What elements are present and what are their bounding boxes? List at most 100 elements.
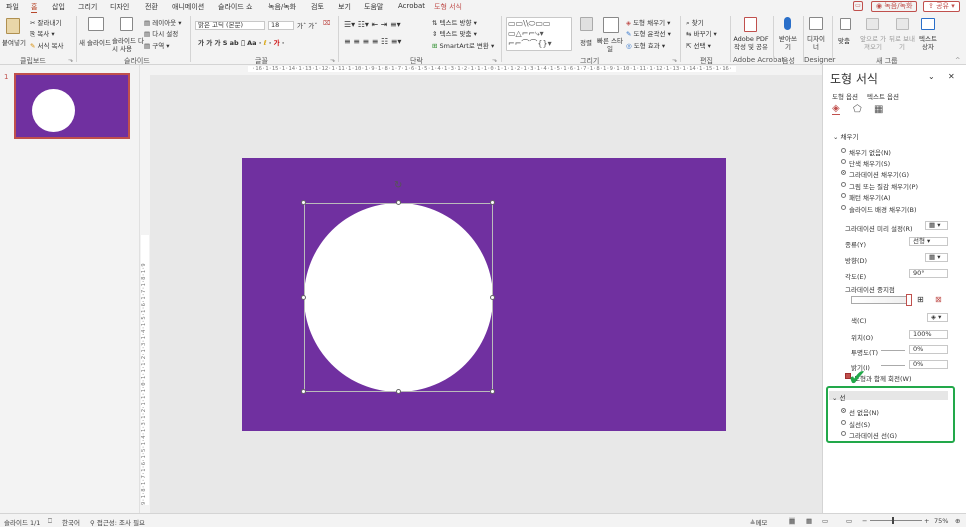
dictate-button[interactable]: 받아쓰기 — [777, 35, 799, 51]
new-slide-icon[interactable] — [88, 17, 104, 31]
menu-review[interactable]: 검토 — [311, 2, 324, 12]
menu-view[interactable]: 보기 — [338, 2, 351, 12]
radio-no-fill[interactable] — [841, 148, 846, 153]
menu-recording[interactable]: 녹음/녹화 — [268, 2, 296, 12]
preset-gradients-dropdown[interactable]: ▦ ▾ — [925, 221, 948, 230]
quick-styles-icon[interactable] — [603, 17, 619, 33]
close-icon[interactable]: ✕ — [948, 72, 955, 81]
zoom-level[interactable]: 75% — [934, 517, 948, 525]
find-button[interactable]: ⌕ 찾기 — [686, 17, 704, 28]
resize-handle[interactable] — [490, 389, 495, 394]
layout-button[interactable]: ▤ 레이아웃 ▾ — [144, 17, 182, 27]
radio-gradient-fill[interactable] — [841, 170, 846, 175]
direction-dropdown[interactable]: ▦ ▾ — [925, 253, 948, 262]
shapes-gallery[interactable]: ▭▭\\⬭▭▭ ▭△⌐⌐⤷▾ ⌐⌐⌒⌒{}▾ — [506, 17, 572, 51]
resize-handle[interactable] — [396, 389, 401, 394]
shape-outline-button[interactable]: ✎ 도형 윤곽선 ▾ — [626, 28, 671, 38]
cut-button[interactable]: ✂ 잘라내기 — [30, 17, 61, 27]
gradient-stop-handle[interactable] — [906, 294, 912, 306]
copy-button[interactable]: ⎘ 복사 ▾ — [30, 28, 55, 39]
zoom-in-icon[interactable]: + — [924, 517, 929, 525]
font-style-buttons[interactable]: 가 가 가 S ab 가̈ Aa · ℓ · 가 · — [198, 37, 284, 47]
gradient-stops-bar[interactable] — [851, 296, 911, 304]
menu-acrobat[interactable]: Acrobat — [398, 2, 425, 10]
fit-icon[interactable] — [840, 18, 851, 30]
language-label[interactable]: 한국어 — [62, 517, 80, 527]
add-stop-icon[interactable]: ⊞ — [917, 295, 924, 304]
accessibility-status[interactable]: ⚲ 접근성: 조사 필요 — [90, 517, 145, 527]
fit-button[interactable]: 맞춤 — [838, 35, 850, 45]
menu-insert[interactable]: 삽입 — [52, 2, 65, 12]
microphone-icon[interactable] — [784, 17, 791, 30]
menu-animations[interactable]: 애니메이션 — [172, 2, 204, 12]
menu-shape-format[interactable]: 도형 서식 — [434, 2, 462, 12]
resize-handle[interactable] — [301, 389, 306, 394]
align-text-button[interactable]: ⇕ 텍스트 맞춤 ▾ — [432, 28, 477, 38]
brightness-input[interactable]: 0% — [909, 360, 948, 369]
reuse-slide-icon[interactable] — [120, 17, 133, 31]
zoom-out-icon[interactable]: − — [862, 517, 867, 525]
slideshow-icon[interactable]: ▭ — [846, 517, 852, 525]
adobe-pdf-button[interactable]: Adobe PDF 작성 및 공유 — [733, 35, 769, 51]
zoom-slider-thumb[interactable] — [892, 517, 894, 524]
text-direction-button[interactable]: ⇅ 텍스트 방향 ▾ — [432, 17, 477, 27]
angle-input[interactable]: 90° — [909, 269, 948, 278]
font-name-combo[interactable]: 맑은 고딕 (본문) — [195, 21, 265, 30]
textbox-button[interactable]: 텍스트 상자 — [916, 35, 940, 51]
adobe-pdf-icon[interactable] — [744, 17, 757, 32]
type-dropdown[interactable]: 선형 ▾ — [909, 237, 948, 246]
normal-view-icon[interactable]: ▦ — [789, 517, 796, 525]
transparency-input[interactable]: 0% — [909, 345, 948, 354]
record-button[interactable]: ◉ 녹음/녹화 — [871, 1, 918, 12]
pane-options-chevron-icon[interactable]: ⌄ — [928, 72, 935, 81]
share-button[interactable]: ⇪ 공유 ▾ — [923, 1, 960, 12]
brightness-slider[interactable] — [881, 365, 905, 366]
comment-button[interactable]: ▭ — [853, 1, 863, 11]
remove-stop-icon[interactable]: ⊠ — [935, 295, 942, 304]
menu-file[interactable]: 파일 — [6, 2, 19, 12]
menu-help[interactable]: 도움말 — [364, 2, 383, 12]
radio-picture-fill[interactable] — [841, 182, 846, 187]
align-buttons[interactable]: ≡ ≡ ≡ ≡ ☷ ≡▾ — [344, 37, 401, 46]
format-painter-button[interactable]: ✎ 서식 복사 — [30, 40, 64, 50]
slide-thumbnail[interactable] — [14, 73, 130, 139]
menu-draw[interactable]: 그리기 — [78, 2, 97, 12]
collapse-ribbon-icon[interactable]: ^ — [955, 56, 960, 64]
new-slide-button[interactable]: 새 슬라이드 — [79, 37, 111, 47]
replace-button[interactable]: ⇆ 바꾸기 ▾ — [686, 28, 717, 38]
designer-button[interactable]: 디자이너 — [807, 35, 825, 51]
drawing-launcher-icon[interactable]: ⬎ — [672, 56, 677, 64]
font-launcher-icon[interactable]: ⬎ — [330, 56, 335, 64]
bring-forward-icon[interactable] — [866, 18, 879, 30]
reading-view-icon[interactable]: ▭ — [822, 517, 828, 525]
resize-handle[interactable] — [301, 200, 306, 205]
menu-design[interactable]: 디자인 — [110, 2, 129, 12]
notes-button[interactable]: ≜메모 — [750, 517, 767, 527]
transparency-slider[interactable] — [881, 350, 905, 351]
menu-home[interactable]: 홈 — [31, 2, 38, 13]
list-buttons[interactable]: ☰▾ ☷▾ ⇤ ⇥ ≡▾ — [344, 20, 401, 29]
clipboard-launcher-icon[interactable]: ⬎ — [68, 56, 73, 64]
rotate-handle-icon[interactable]: ↻ — [394, 180, 402, 191]
quick-styles-button[interactable]: 빠른 스타일 — [596, 37, 624, 53]
arrange-icon[interactable] — [580, 17, 593, 31]
effects-pentagon-icon[interactable]: ⬠ — [853, 104, 862, 115]
fill-line-icon[interactable]: ◈ — [832, 103, 840, 115]
fill-section-header[interactable]: ⌄ 채우기 — [833, 131, 858, 141]
paragraph-launcher-icon[interactable]: ⬎ — [492, 56, 497, 64]
reuse-slide-button[interactable]: 슬라이드 다시 사용 — [112, 37, 144, 53]
size-properties-icon[interactable]: ▦ — [874, 104, 883, 115]
position-input[interactable]: 100% — [909, 330, 948, 339]
clear-format-icon[interactable]: ⌧ — [323, 19, 331, 27]
menu-transitions[interactable]: 전환 — [145, 2, 158, 12]
shape-effects-button[interactable]: ◎ 도형 효과 ▾ — [626, 40, 665, 50]
spellcheck-icon[interactable]: ⎕ — [48, 517, 52, 526]
color-picker[interactable]: ◈ ▾ — [927, 313, 948, 322]
resize-handle[interactable] — [490, 295, 495, 300]
resize-handle[interactable] — [301, 295, 306, 300]
tab-text-options[interactable]: 텍스트 옵션 — [867, 91, 899, 101]
send-backward-button[interactable]: 뒤로 보내기 — [888, 35, 916, 51]
radio-pattern-fill[interactable] — [841, 193, 846, 198]
radio-solid-fill[interactable] — [841, 159, 846, 164]
smartart-button[interactable]: ⊞ SmartArt로 변환 ▾ — [432, 40, 494, 50]
